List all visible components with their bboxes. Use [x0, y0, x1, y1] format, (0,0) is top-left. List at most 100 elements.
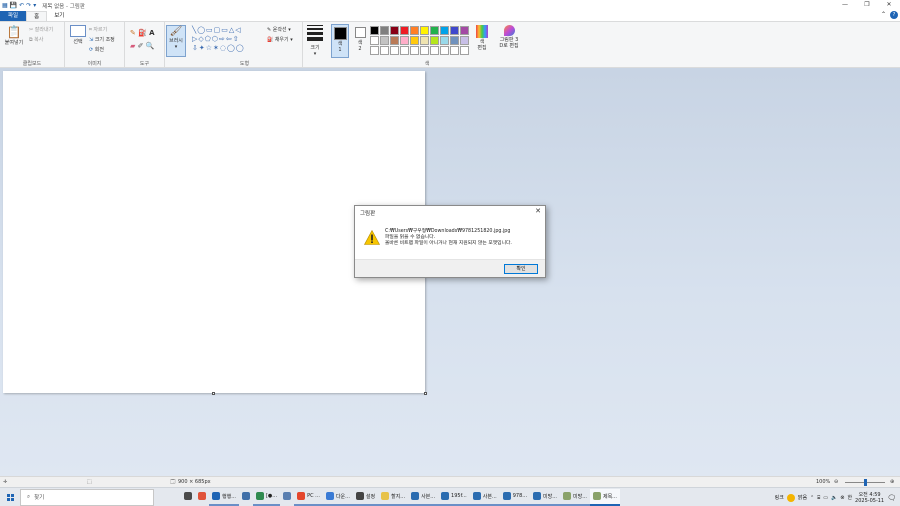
palette-swatch[interactable] [400, 46, 409, 55]
crop-button[interactable]: ⌗ 자르기 [89, 26, 107, 33]
palette-swatch[interactable] [410, 36, 419, 45]
clock[interactable]: 오전 4:59 2025-05-11 [855, 492, 884, 504]
paint3d-button[interactable]: 그림판 3 D로 편집 [495, 25, 523, 49]
palette-swatch[interactable] [420, 46, 429, 55]
palette-swatch[interactable] [400, 26, 409, 35]
palette-swatch[interactable] [410, 46, 419, 55]
taskbar-app[interactable]: 978... [499, 489, 531, 506]
palette-swatch[interactable] [440, 36, 449, 45]
volume-icon[interactable]: 🔈 [831, 495, 837, 501]
eraser-icon[interactable]: ▰ [130, 42, 135, 50]
undo-icon[interactable]: ↶ [19, 2, 24, 9]
dialog-close-button[interactable]: ✕ [535, 207, 541, 215]
magnifier-icon[interactable]: 🔍 [146, 42, 155, 50]
brushes-button[interactable]: 🖌 브러시 ▾ [166, 25, 186, 57]
restore-button[interactable]: ❐ [856, 0, 878, 10]
ok-button[interactable]: 확인 [504, 264, 538, 274]
collapse-ribbon-icon[interactable]: ⌃ [881, 11, 886, 19]
palette-swatch[interactable] [380, 46, 389, 55]
taskbar-app[interactable]: 사본... [408, 489, 439, 506]
notification-center-icon[interactable]: ⊗ [840, 495, 844, 501]
taskbar-app[interactable]: 195f... [438, 489, 470, 506]
palette-swatch[interactable] [450, 36, 459, 45]
color1-button[interactable]: 색 1 [331, 24, 349, 58]
resize-button[interactable]: ⇲ 크기 조정 [89, 36, 115, 43]
cut-button[interactable]: ✂ 잘라내기 [29, 26, 53, 33]
color-picker-icon[interactable]: ✐ [138, 42, 144, 50]
select-button[interactable]: 선택 [68, 25, 88, 45]
tab-home[interactable]: 홈 [26, 11, 48, 21]
palette-swatch[interactable] [460, 36, 469, 45]
taskbar-app[interactable]: 미방... [530, 489, 561, 506]
palette-swatch[interactable] [380, 36, 389, 45]
redo-icon[interactable]: ↷ [26, 2, 31, 9]
ime-icon[interactable]: 한 [847, 494, 852, 501]
taskbar-app[interactable]: 설정 [352, 489, 379, 506]
palette-swatch[interactable] [370, 26, 379, 35]
zoom-out-button[interactable]: ⊖ [834, 479, 838, 485]
size-button[interactable]: 크기 ▾ [305, 25, 325, 57]
search-box[interactable]: ⌕ 찾기 [20, 488, 154, 506]
palette-swatch[interactable] [430, 46, 439, 55]
tab-file[interactable]: 파일 [0, 11, 27, 21]
taskbar-app[interactable]: 행행... [209, 489, 239, 506]
action-center-icon[interactable]: 🗨 [887, 494, 896, 502]
palette-swatch[interactable] [390, 26, 399, 35]
palette-swatch[interactable] [440, 26, 449, 35]
taskbar-app[interactable] [239, 489, 253, 506]
canvas-resize-handle-corner[interactable] [424, 392, 427, 395]
taskbar-app[interactable]: 다운... [322, 489, 353, 506]
battery-icon[interactable]: ▭ [823, 495, 828, 501]
taskbar-app[interactable]: 할지... [378, 489, 409, 506]
palette-swatch[interactable] [400, 36, 409, 45]
taskbar-app[interactable] [181, 489, 195, 506]
taskbar-app[interactable]: PC ... [294, 489, 323, 506]
tab-view[interactable]: 보기 [47, 11, 71, 21]
copy-button[interactable]: ⧉ 복사 [29, 36, 43, 43]
palette-swatch[interactable] [370, 46, 379, 55]
close-button[interactable]: ✕ [878, 0, 900, 10]
canvas-resize-handle-bottom[interactable] [212, 392, 215, 395]
fill-icon[interactable]: ⛽ [138, 29, 147, 37]
rotate-button[interactable]: ⟳ 회전 [89, 46, 104, 53]
palette-swatch[interactable] [460, 26, 469, 35]
edit-colors-button[interactable]: 색 편집 [473, 25, 491, 51]
paste-button[interactable]: 📋 붙여넣기 [3, 25, 25, 46]
network-icon[interactable]: ⌸ [817, 495, 820, 501]
taskbar-app[interactable] [280, 489, 294, 506]
palette-swatch[interactable] [420, 26, 429, 35]
palette-swatch[interactable] [370, 36, 379, 45]
palette-swatch[interactable] [390, 36, 399, 45]
taskbar-app[interactable]: [●... [252, 489, 281, 506]
taskbar-app[interactable]: 미방... [560, 489, 590, 506]
taskbar-app[interactable]: 제목... [589, 488, 620, 506]
help-icon[interactable]: ? [890, 11, 898, 19]
palette-swatch[interactable] [410, 26, 419, 35]
fill-button[interactable]: ⛽ 채우기 ▾ [267, 36, 293, 43]
links-label[interactable]: 링크 [775, 494, 784, 501]
palette-swatch[interactable] [430, 36, 439, 45]
palette-swatch[interactable] [450, 46, 459, 55]
palette-swatch[interactable] [380, 26, 389, 35]
palette-swatch[interactable] [450, 26, 459, 35]
palette-swatch[interactable] [430, 26, 439, 35]
pencil-icon[interactable]: ✎ [130, 29, 136, 37]
weather-label[interactable]: 맑음 [798, 494, 807, 501]
text-icon[interactable]: A [149, 29, 154, 37]
palette-swatch[interactable] [460, 46, 469, 55]
minimize-button[interactable]: — [834, 0, 856, 10]
shapes-gallery[interactable]: ╲◯▭▢▭△◁ ▷◇⬠⬡⇨⇦⇧ ⇩✦☆✶◌◯◯ [192, 26, 245, 53]
palette-swatch[interactable] [420, 36, 429, 45]
zoom-slider-thumb[interactable] [864, 479, 867, 486]
outline-button[interactable]: ✎ 윤곽선 ▾ [267, 26, 291, 33]
save-icon[interactable]: 💾 [10, 2, 17, 9]
start-button[interactable] [0, 488, 20, 506]
zoom-in-button[interactable]: ⊕ [890, 479, 894, 485]
palette-swatch[interactable] [440, 46, 449, 55]
taskbar-app[interactable] [195, 489, 209, 506]
color2-button[interactable]: 색 2 [351, 24, 369, 58]
palette-swatch[interactable] [390, 46, 399, 55]
chevron-up-icon[interactable]: ⌃ [810, 495, 814, 501]
customize-qa-icon[interactable]: ▾ [33, 2, 36, 9]
taskbar-app[interactable]: 사본... [469, 489, 500, 506]
